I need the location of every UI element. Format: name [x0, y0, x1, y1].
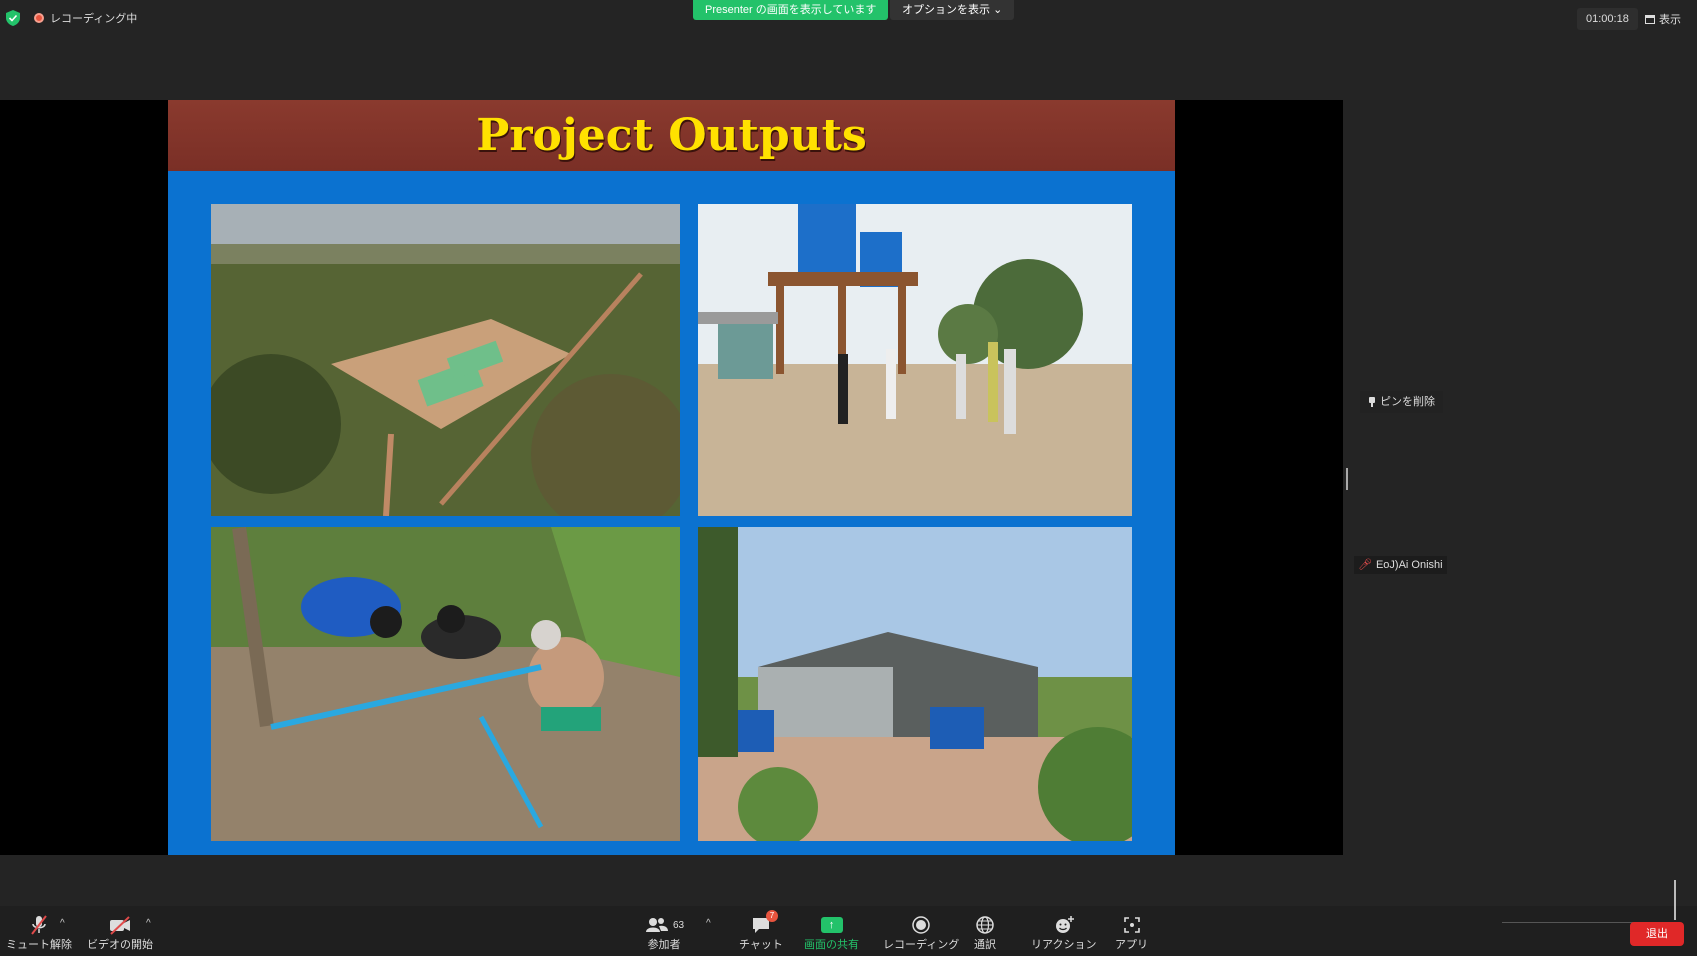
aerial-ponds-photo — [211, 204, 680, 516]
view-options-button[interactable]: オプションを表示 ⌄ — [890, 0, 1015, 20]
apps-label: アプリ — [1115, 939, 1148, 951]
participant-name: EoJ)Ai Onishi — [1375, 559, 1443, 571]
presentation-slide: Project Outputs — [168, 100, 1175, 855]
meeting-timer: 01:00:18 — [1577, 8, 1638, 30]
audio-options-caret-icon[interactable]: ^ — [60, 918, 65, 929]
unpin-button[interactable]: ピンを削除 — [1360, 391, 1443, 413]
muted-mic-icon: 🎤︎ — [1358, 559, 1372, 571]
chat-button[interactable]: 7 チャット — [739, 910, 783, 952]
leave-meeting-button[interactable]: 退出 — [1630, 922, 1684, 946]
water-tanks-photo — [698, 204, 1132, 516]
share-screen-label: 画面の共有 — [804, 939, 859, 951]
muted-microphone-icon — [31, 915, 47, 935]
record-icon — [912, 916, 930, 934]
share-arrow-up-icon: ↑ — [820, 917, 843, 933]
greenhouse-photo — [698, 527, 1132, 841]
participants-button[interactable]: 63 参加者 — [644, 914, 684, 952]
unmute-label: ミュート解除 — [6, 939, 72, 951]
participants-options-caret-icon[interactable]: ^ — [706, 918, 711, 929]
chat-unread-badge: 7 — [765, 910, 778, 922]
participants-count: 63 — [673, 919, 685, 931]
recording-indicator[interactable]: レコーディング中 — [34, 10, 137, 26]
interpretation-label: 通訳 — [974, 939, 996, 951]
apps-icon — [1123, 917, 1140, 933]
globe-icon — [976, 916, 994, 934]
slide-title: Project Outputs — [476, 110, 867, 161]
record-label: レコーディング — [883, 939, 960, 951]
reactions-label: リアクション — [1031, 939, 1097, 951]
shared-screen: Project Outputs — [0, 100, 1343, 855]
view-layout-icon — [1645, 14, 1655, 24]
top-bar: レコーディング中 Presenter の画面を表示しています オプションを表示 … — [0, 0, 1697, 36]
view-options-label: オプションを表示 — [902, 4, 990, 16]
chat-label: チャット — [739, 939, 783, 951]
participants-icon — [646, 918, 668, 932]
share-screen-button[interactable]: ↑ 画面の共有 — [804, 914, 859, 952]
record-button[interactable]: レコーディング — [883, 914, 959, 952]
pin-icon — [1368, 397, 1376, 407]
view-label: 表示 — [1659, 14, 1681, 26]
security-shield-icon[interactable] — [6, 10, 20, 26]
pipe-installation-photo — [211, 527, 680, 841]
video-options-caret-icon[interactable]: ^ — [146, 918, 151, 929]
interpretation-button[interactable]: 通訳 — [974, 914, 996, 952]
view-button[interactable]: 表示 — [1645, 8, 1681, 30]
smiley-plus-icon — [1055, 916, 1074, 933]
chevron-down-icon: ⌄ — [993, 4, 1003, 16]
recording-dot-icon — [34, 13, 44, 23]
zoom-meeting-window: レコーディング中 Presenter の画面を表示しています オプションを表示 … — [0, 0, 1697, 956]
panel-resize-handle[interactable] — [1346, 468, 1348, 490]
apps-button[interactable]: アプリ — [1115, 914, 1148, 952]
start-video-button[interactable]: ビデオの開始 — [87, 914, 153, 952]
meeting-toolbar: ミュート解除 ^ ビデオの開始 ^ 63 参加者 ^ 7 チャット ↑ 画面の共… — [0, 906, 1697, 956]
participants-label: 参加者 — [647, 939, 681, 951]
participant-tile-label[interactable]: 🎤︎ EoJ)Ai Onishi — [1354, 556, 1447, 574]
video-off-icon — [110, 916, 130, 935]
slide-header: Project Outputs — [168, 100, 1175, 171]
reactions-button[interactable]: リアクション — [1031, 914, 1096, 952]
scrollbar[interactable] — [1674, 880, 1676, 920]
unpin-label: ピンを削除 — [1380, 396, 1435, 408]
start-video-label: ビデオの開始 — [87, 939, 153, 951]
recording-label: レコーディング中 — [50, 13, 138, 25]
presenter-banner: Presenter の画面を表示しています — [693, 0, 889, 20]
